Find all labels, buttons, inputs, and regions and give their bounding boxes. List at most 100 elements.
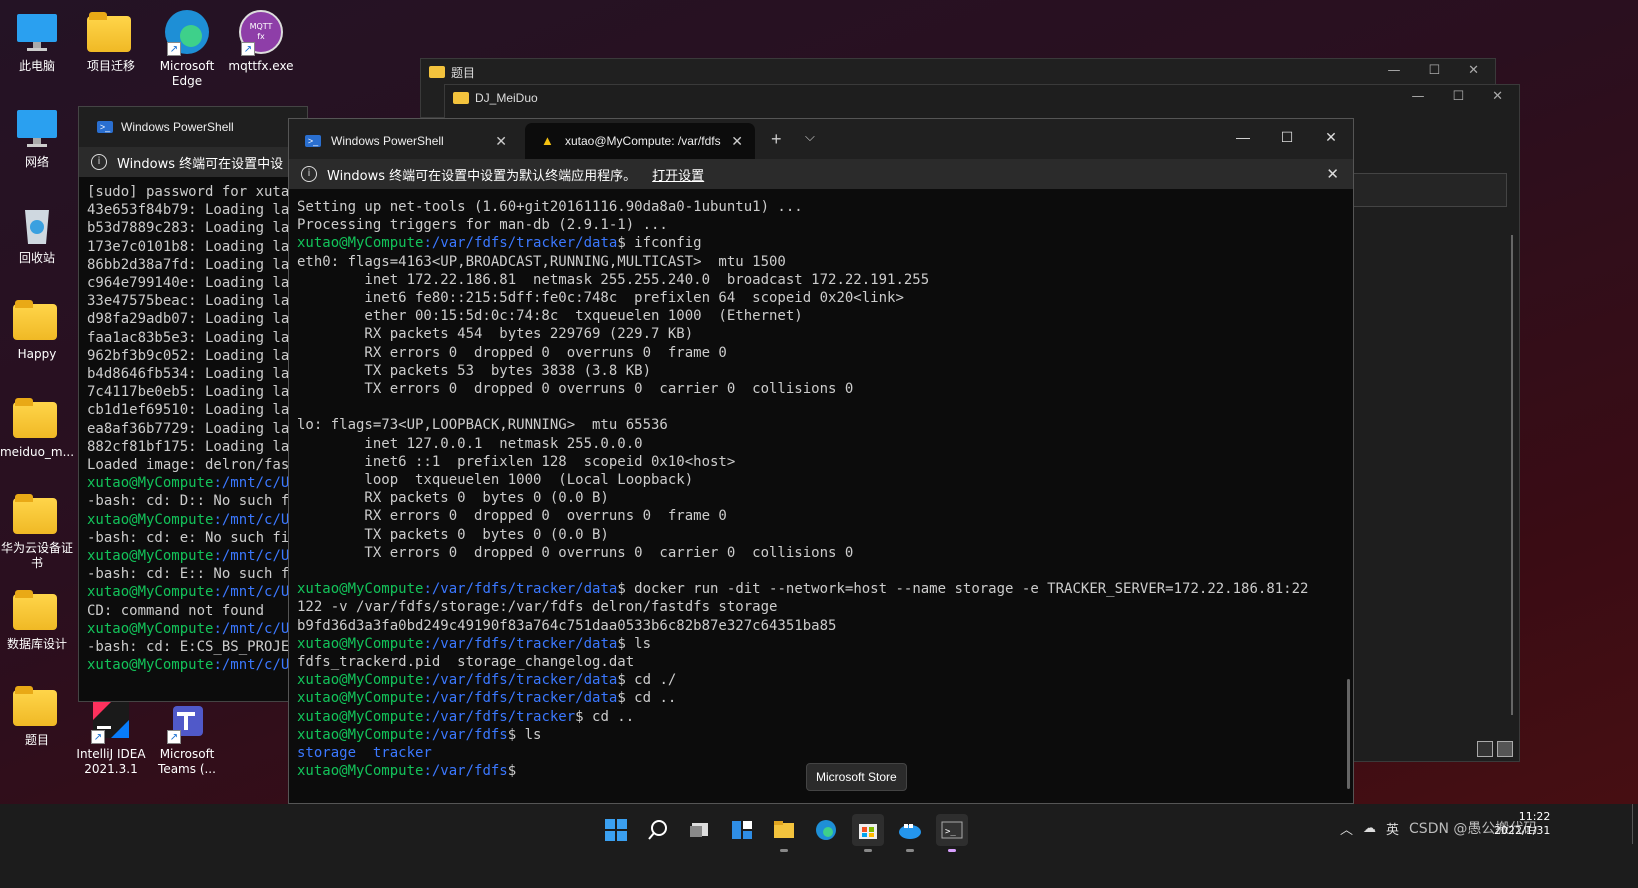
terminal-line: xutao@MyCompute:/mnt/c/U <box>87 475 290 492</box>
desktop-icon[interactable]: 项目迁移 <box>72 8 150 74</box>
terminal-line: RX errors 0 dropped 0 overruns 0 frame 0 <box>297 508 727 525</box>
info-text: Windows 终端可在设置中设置为默认终端应用程序。 <box>327 168 637 184</box>
terminal-line: eth0: flags=4163<UP,BROADCAST,RUNNING,MU… <box>297 253 786 270</box>
terminal-line: inet6 fe80::215:5dff:fe0c:748c prefixlen… <box>297 290 904 307</box>
terminal-line: inet6 ::1 prefixlen 128 scopeid 0x10<hos… <box>297 453 736 470</box>
terminal-line: cb1d1ef69510: Loading la <box>87 402 290 419</box>
microsoft-store-icon[interactable] <box>852 814 884 852</box>
info-icon: i <box>301 166 317 182</box>
minimize-button[interactable]: — <box>1411 89 1424 104</box>
desktop-icon[interactable]: ↗ Microsoft Teams (... <box>148 696 226 777</box>
terminal-line: TX packets 53 bytes 3838 (3.8 KB) <box>297 362 652 379</box>
terminal-line: RX errors 0 dropped 0 overruns 0 frame 0 <box>297 344 727 361</box>
file-explorer-icon[interactable] <box>768 814 800 852</box>
dismiss-info-button[interactable]: ✕ <box>1326 165 1339 183</box>
terminal-line: faa1ac83b5e3: Loading la <box>87 329 290 346</box>
desktop-icon[interactable]: MQTT fx ↗ mqttfx.exe <box>222 8 300 74</box>
minimize-button[interactable]: — <box>1221 119 1265 155</box>
folder-icon <box>13 394 61 442</box>
maximize-button[interactable]: ☐ <box>1428 63 1440 78</box>
desktop-icon[interactable]: 此电脑 <box>0 8 76 74</box>
input-method-indicator[interactable]: 英 <box>1386 819 1399 838</box>
close-button[interactable]: ✕ <box>1468 63 1479 78</box>
desktop-icon-label: 此电脑 <box>18 59 55 73</box>
terminal-output[interactable]: [sudo] password for xuta 43e653f84b79: Lo… <box>79 177 307 680</box>
desktop-icon[interactable]: ↗ Microsoft Edge <box>148 8 226 89</box>
terminal-line: TX packets 0 bytes 0 (0.0 B) <box>297 526 609 543</box>
desktop-icon[interactable]: 网络 <box>0 104 76 170</box>
dropdown-button[interactable]: ⌵ <box>805 129 815 145</box>
start-icon[interactable] <box>600 814 632 846</box>
terminal-output[interactable]: Setting up net-tools (1.60+git20161116.9… <box>289 189 1353 790</box>
terminal-line: xutao@MyCompute:/mnt/c/U <box>87 620 290 637</box>
close-tab-icon[interactable]: ✕ <box>495 133 507 150</box>
folder-icon <box>13 682 61 730</box>
terminal-line: 86bb2d38a7fd: Loading la <box>87 256 290 273</box>
terminal-line: b4d8646fb534: Loading la <box>87 366 290 383</box>
scrollbar[interactable] <box>1347 679 1350 789</box>
terminal-line: xutao@MyCompute:/var/fdfs$ ls <box>297 726 542 743</box>
desktop-icon[interactable]: meiduo_m... <box>0 394 76 460</box>
search-box[interactable] <box>1347 173 1507 207</box>
info-bar: i Windows 终端可在设置中设置为默认终端应用程序。 打开设置 ✕ <box>289 159 1353 189</box>
desktop-icon-label: 回收站 <box>18 251 55 265</box>
info-text: Windows 终端可在设置中设 <box>117 156 284 172</box>
terminal-line: b53d7889c283: Loading la <box>87 220 290 237</box>
details-view-button[interactable] <box>1477 741 1493 757</box>
desktop-icon[interactable]: 回收站 <box>0 200 76 266</box>
terminal-line: Processing triggers for man-db (2.9.1-1)… <box>297 217 668 234</box>
large-icons-view-button[interactable] <box>1497 741 1513 757</box>
desktop-icon-label: Microsoft Edge <box>159 59 215 88</box>
search-icon[interactable] <box>642 814 674 846</box>
close-button[interactable]: ✕ <box>1492 89 1503 104</box>
linux-penguin-icon: ▲ <box>541 133 554 148</box>
terminal-line: d98fa29adb07: Loading la <box>87 311 290 328</box>
chevron-up-icon[interactable]: ︿ <box>1340 819 1353 838</box>
terminal-line: 33e47575beac: Loading la <box>87 293 290 310</box>
show-desktop-button[interactable] <box>1632 804 1638 844</box>
maximize-button[interactable]: ☐ <box>1452 89 1464 104</box>
terminal-icon[interactable]: >_ <box>936 814 968 852</box>
minimize-button[interactable]: — <box>1387 63 1400 78</box>
windows-terminal[interactable]: >_ Windows PowerShell ✕ ▲ xutao@MyComput… <box>288 118 1354 804</box>
desktop-icon-label: 网络 <box>24 155 49 169</box>
terminal-line: c964e799140e: Loading la <box>87 275 290 292</box>
new-tab-button[interactable]: + <box>771 129 782 150</box>
powershell-window-left[interactable]: >_ Windows PowerShell i Windows 终端可在设置中设… <box>78 106 308 702</box>
task-view-icon[interactable] <box>684 814 716 846</box>
desktop-icon[interactable]: Happy <box>0 296 76 362</box>
terminal-line: ea8af36b7729: Loading la <box>87 420 290 437</box>
tab-windows-powershell[interactable]: >_ Windows PowerShell ✕ <box>289 123 519 159</box>
tooltip: Microsoft Store <box>806 763 907 791</box>
widgets-icon[interactable] <box>726 814 758 846</box>
clock[interactable]: 11:22 2022/1/31 <box>1494 810 1550 838</box>
desktop-icon-label: meiduo_m... <box>0 445 75 459</box>
terminal-line: xutao@MyCompute:/var/fdfs/tracker/data$ … <box>297 581 1309 598</box>
terminal-line: -bash: cd: E:: No such f <box>87 566 290 583</box>
terminal-line: xutao@MyCompute:/mnt/c/U <box>87 548 290 565</box>
terminal-line: 962bf3b9c052: Loading la <box>87 347 290 364</box>
edge-icon[interactable] <box>810 814 842 846</box>
desktop-icon[interactable]: 数据库设计 <box>0 586 76 652</box>
open-settings-link[interactable]: 打开设置 <box>652 165 704 184</box>
close-tab-icon[interactable]: ✕ <box>731 133 743 150</box>
tab-ubuntu[interactable]: ▲ xutao@MyCompute: /var/fdfs ✕ <box>525 123 755 159</box>
terminal-line: 173e7c0101b8: Loading la <box>87 238 290 255</box>
folder-icon <box>13 296 61 344</box>
desktop-icon[interactable]: 华为云设备证 书 <box>0 490 76 571</box>
docker-icon[interactable] <box>894 814 926 852</box>
tab-label[interactable]: Windows PowerShell <box>121 120 234 134</box>
recycle-bin-icon <box>13 200 61 248</box>
terminal-line: 7c4117be0eb5: Loading la <box>87 384 290 401</box>
cloud-icon[interactable]: ☁ <box>1363 821 1376 836</box>
desktop-icon[interactable]: 题目 <box>0 682 76 748</box>
close-button[interactable]: ✕ <box>1309 119 1353 155</box>
maximize-button[interactable]: ☐ <box>1265 119 1309 155</box>
terminal-line: TX errors 0 dropped 0 overruns 0 carrier… <box>297 381 854 398</box>
desktop-icon-label: 华为云设备证 书 <box>0 541 73 570</box>
date: 2022/1/31 <box>1494 824 1551 837</box>
scrollbar[interactable] <box>1511 235 1513 715</box>
desktop-icon[interactable]: ↗ IntelliJ IDEA 2021.3.1 <box>72 696 150 777</box>
